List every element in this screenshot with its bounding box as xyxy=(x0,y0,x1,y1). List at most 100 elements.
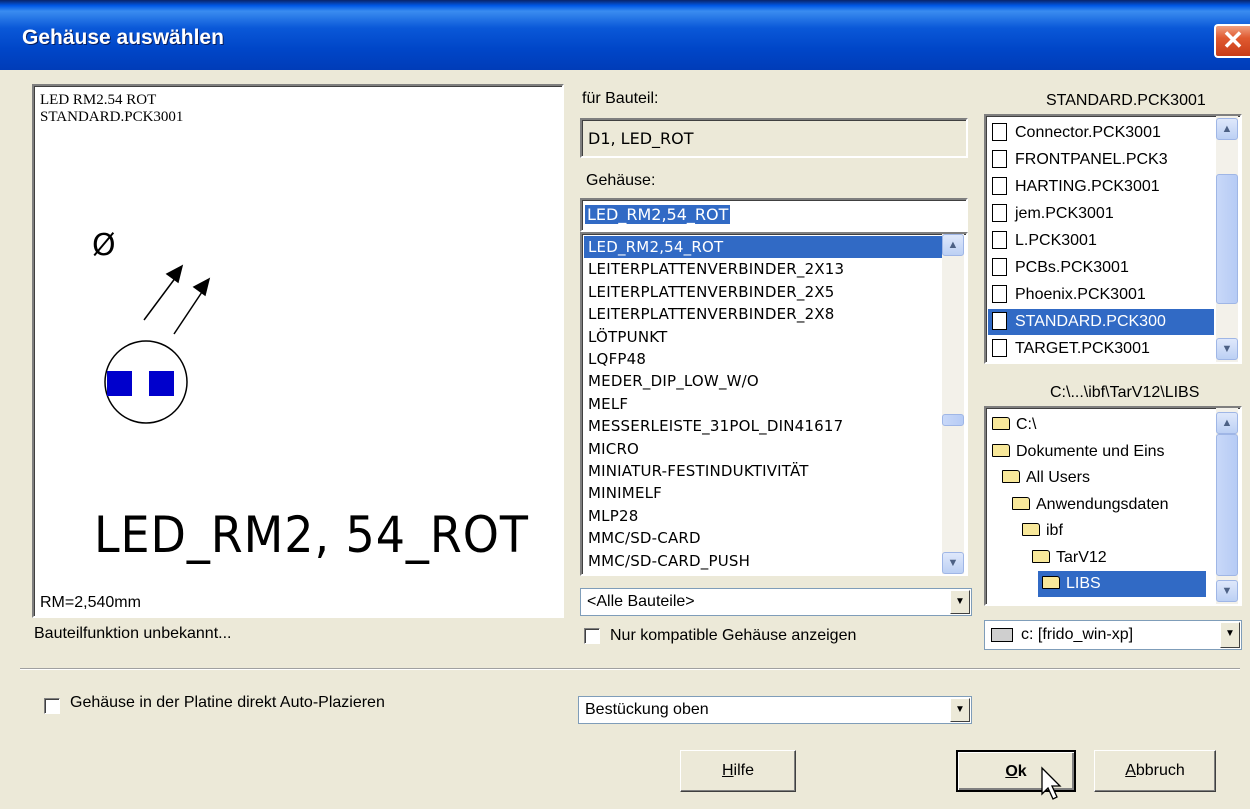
package-list-item[interactable]: MEDER_DIP_LOW_W/O xyxy=(584,370,759,392)
folder-name: ibf xyxy=(1046,522,1063,539)
scroll-down-icon[interactable]: ▼ xyxy=(942,552,964,574)
cancel-mnemonic: A xyxy=(1125,762,1136,779)
help-mnemonic: H xyxy=(721,762,734,779)
chevron-down-icon[interactable]: ▼ xyxy=(950,698,970,722)
package-list-item[interactable]: LQFP48 xyxy=(584,348,646,370)
library-list-item[interactable]: Phoenix.PCK3001 xyxy=(988,282,1214,308)
library-name: Phoenix.PCK3001 xyxy=(1015,286,1146,303)
library-list-item[interactable]: PCBs.PCK3001 xyxy=(988,255,1214,281)
library-name: HARTING.PCK3001 xyxy=(1015,178,1160,195)
chevron-down-icon[interactable]: ▼ xyxy=(1220,622,1240,648)
package-list-item[interactable]: MMC/SD-CARD xyxy=(584,527,701,549)
led-emission-arrows xyxy=(143,264,211,335)
drive-value: c: [frido_win-xp] xyxy=(1021,626,1134,643)
library-list[interactable]: Connector.PCK3001 FRONTPANEL.PCK3 HARTING.… xyxy=(984,114,1242,364)
folder-name: Dokumente und Eins xyxy=(1016,442,1165,460)
pad-2 xyxy=(149,371,174,396)
document-icon xyxy=(992,230,1007,249)
part-label: für Bauteil: xyxy=(582,90,659,107)
filter-dropdown[interactable]: <Alle Bauteile> ▼ xyxy=(580,588,972,616)
package-list-item[interactable]: LEITERPLATTENVERBINDER_2X8 xyxy=(584,303,835,325)
scroll-up-icon[interactable]: ▲ xyxy=(942,234,964,256)
cancel-button[interactable]: Abbruch xyxy=(1094,750,1216,792)
chevron-down-icon[interactable]: ▼ xyxy=(950,590,970,614)
library-list-item[interactable]: jem.PCK3001 xyxy=(988,201,1214,227)
library-name: PCBs.PCK3001 xyxy=(1015,259,1129,276)
document-icon xyxy=(992,257,1007,276)
scroll-thumb[interactable] xyxy=(1216,174,1238,304)
package-input-value: LED_RM2,54_ROT xyxy=(585,205,731,224)
mouse-cursor-icon xyxy=(1041,766,1062,800)
symbol-label: Ø xyxy=(92,228,116,263)
package-list-item[interactable]: LED_RM2,54_ROT xyxy=(584,236,942,258)
folder-name: All Users xyxy=(1026,469,1091,486)
part-field: D1, LED_ROT xyxy=(580,118,968,158)
folder-tree-item[interactable]: LIBS xyxy=(1038,571,1206,597)
scroll-up-icon[interactable]: ▲ xyxy=(1216,118,1238,140)
folder-icon xyxy=(1032,549,1050,563)
package-list-item[interactable]: MMC/SD-CARD_PUSH xyxy=(584,550,750,572)
folder-tree-item[interactable]: TarV12 xyxy=(1028,545,1107,571)
library-header: STANDARD.PCK3001 xyxy=(1046,92,1206,109)
folder-tree[interactable]: C:\ Dokumente und Eins All Users Anwendungs… xyxy=(984,406,1242,606)
scroll-down-icon[interactable]: ▼ xyxy=(1216,338,1238,360)
rm-text: RM=2,540mm xyxy=(40,594,141,611)
folder-tree-item[interactable]: Dokumente und Eins xyxy=(988,439,1165,465)
title-bar: Gehäuse auswählen ✕ xyxy=(0,0,1250,70)
folder-icon xyxy=(1022,523,1040,537)
window-title: Gehäuse auswählen xyxy=(22,26,224,49)
package-list-item[interactable]: LEITERPLATTENVERBINDER_2X5 xyxy=(584,281,835,303)
help-button[interactable]: Hilfe xyxy=(680,750,796,792)
folder-header: C:\...\ibf\TarV12\LIBS xyxy=(1050,384,1200,401)
library-list-item[interactable]: L.PCK3001 xyxy=(988,228,1214,254)
package-list-item[interactable]: MELF xyxy=(584,393,628,415)
filter-value: <Alle Bauteile> xyxy=(587,593,695,610)
scroll-up-icon[interactable]: ▲ xyxy=(1216,412,1238,434)
package-list-item[interactable]: MICRO xyxy=(584,438,639,460)
function-text: Bauteilfunktion unbekannt... xyxy=(34,625,232,642)
compat-label: Nur kompatible Gehäuse anzeigen xyxy=(610,627,857,644)
folder-icon xyxy=(1002,470,1020,484)
placement-value: Bestückung oben xyxy=(585,701,709,718)
drive-value-wrap: c: [frido_win-xp] xyxy=(991,626,1133,644)
folder-scrollbar[interactable]: ▲ ▼ xyxy=(1216,408,1238,604)
document-icon xyxy=(992,284,1007,303)
package-list-item[interactable]: LÖTPUNKT xyxy=(584,326,667,348)
folder-name: TarV12 xyxy=(1056,548,1107,566)
folder-tree-item[interactable]: C:\ xyxy=(988,412,1036,438)
drive-dropdown[interactable]: c: [frido_win-xp] ▼ xyxy=(984,620,1242,650)
folder-tree-item[interactable]: ibf xyxy=(1018,518,1063,544)
library-list-item[interactable]: TARGET.PCK3001 xyxy=(988,336,1214,362)
folder-icon xyxy=(1012,496,1030,510)
package-list[interactable]: LED_RM2,54_ROT LEITERPLATTENVERBINDER_2X1… xyxy=(580,232,968,576)
package-scrollbar[interactable]: ▲ ▼ xyxy=(942,234,964,574)
library-scrollbar[interactable]: ▲ ▼ xyxy=(1216,116,1238,362)
folder-tree-item[interactable]: All Users xyxy=(998,465,1090,491)
ok-mnemonic: O xyxy=(1005,763,1018,780)
library-list-item[interactable]: STANDARD.PCK300 xyxy=(988,309,1214,335)
placement-dropdown[interactable]: Bestückung oben ▼ xyxy=(578,696,972,724)
scroll-thumb[interactable] xyxy=(942,414,964,426)
compat-checkbox[interactable] xyxy=(584,628,600,644)
package-list-item[interactable]: MINIATUR-FESTINDUKTIVITÄT xyxy=(584,460,809,482)
library-list-item[interactable]: Connector.PCK3001 xyxy=(988,120,1214,146)
scroll-thumb[interactable] xyxy=(1216,434,1238,576)
package-list-item[interactable]: MINIMELF xyxy=(584,482,662,504)
document-icon xyxy=(992,176,1007,195)
package-list-item[interactable]: LEITERPLATTENVERBINDER_2X13 xyxy=(584,258,844,280)
scroll-down-icon[interactable]: ▼ xyxy=(1216,580,1238,602)
folder-name: Anwendungsdaten xyxy=(1036,495,1169,513)
folder-name: LIBS xyxy=(1066,575,1101,592)
package-input[interactable]: LED_RM2,54_ROT xyxy=(580,198,968,232)
library-name: L.PCK3001 xyxy=(1015,232,1097,249)
package-list-item[interactable]: MLP28 xyxy=(584,505,638,527)
autoplace-checkbox[interactable] xyxy=(44,698,60,714)
document-icon xyxy=(992,122,1007,141)
separator xyxy=(20,668,1240,670)
library-list-item[interactable]: HARTING.PCK3001 xyxy=(988,174,1214,200)
package-list-item[interactable]: MESSERLEISTE_31POL_DIN41617 xyxy=(584,415,843,437)
folder-tree-item[interactable]: Anwendungsdaten xyxy=(1008,492,1169,518)
library-list-item[interactable]: FRONTPANEL.PCK3 xyxy=(988,147,1214,173)
folder-icon xyxy=(992,417,1010,431)
close-button[interactable]: ✕ xyxy=(1214,24,1250,58)
